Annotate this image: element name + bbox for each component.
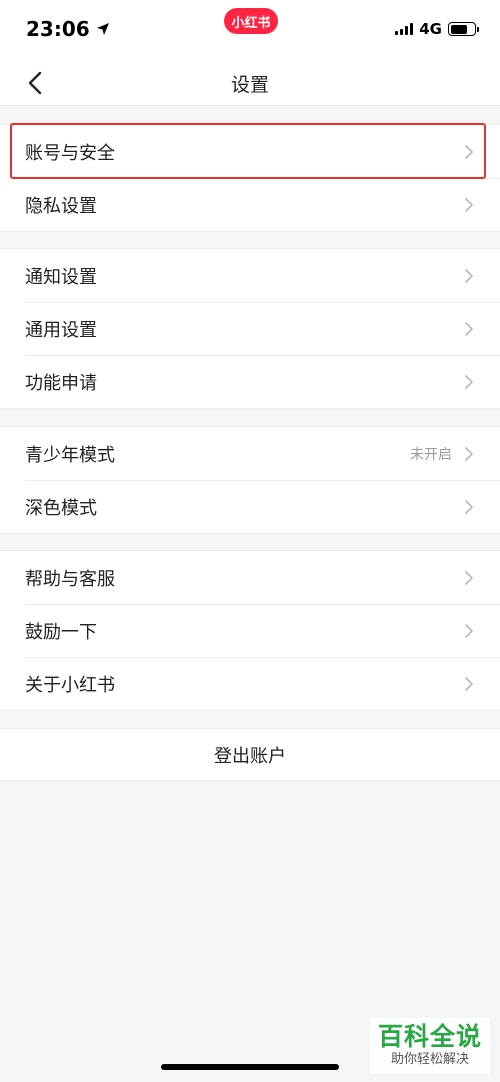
watermark: 百科全说 助你轻松解决 — [370, 1018, 490, 1074]
settings-item-about[interactable]: 关于小红书 — [0, 657, 500, 710]
chevron-right-icon — [465, 321, 473, 336]
settings-item-label: 帮助与客服 — [25, 568, 115, 590]
settings-item-notifications[interactable]: 通知设置 — [0, 249, 500, 302]
app-badge[interactable]: 小红书 — [224, 8, 278, 34]
status-time: 23:06 — [26, 17, 110, 41]
settings-item-label: 通用设置 — [25, 319, 97, 341]
network-label: 4G — [419, 20, 442, 38]
nav-bar: 设置 — [0, 60, 500, 106]
settings-item-dark-mode[interactable]: 深色模式 — [0, 480, 500, 533]
settings-item-feature-request[interactable]: 功能申请 — [0, 355, 500, 408]
settings-item-label: 鼓励一下 — [25, 621, 97, 643]
logout-button[interactable]: 登出账户 — [0, 728, 500, 781]
watermark-subtitle: 助你轻松解决 — [390, 1052, 469, 1067]
settings-item-label: 通知设置 — [25, 266, 97, 288]
settings-item-teen-mode[interactable]: 青少年模式 未开启 — [0, 427, 500, 480]
settings-group-general: 通知设置 通用设置 功能申请 — [0, 248, 500, 409]
watermark-title: 百科全说 — [377, 1022, 482, 1051]
chevron-right-icon — [465, 144, 473, 159]
status-bar: 23:06 小红书 4G — [0, 0, 500, 60]
signal-icon — [395, 23, 414, 35]
chevron-right-icon — [465, 268, 473, 283]
settings-item-label: 隐私设置 — [25, 195, 97, 217]
battery-icon — [448, 22, 479, 36]
page-title: 设置 — [230, 74, 269, 96]
settings-item-encourage[interactable]: 鼓励一下 — [0, 604, 500, 657]
chevron-right-icon — [465, 499, 473, 514]
settings-item-account-security[interactable]: 账号与安全 — [0, 125, 500, 178]
chevron-right-icon — [465, 374, 473, 389]
settings-item-help[interactable]: 帮助与客服 — [0, 551, 500, 604]
settings-item-label: 深色模式 — [25, 497, 97, 519]
settings-item-privacy[interactable]: 隐私设置 — [0, 178, 500, 231]
status-indicators: 4G — [395, 20, 479, 38]
status-time-text: 23:06 — [26, 17, 90, 41]
settings-item-label: 功能申请 — [25, 372, 97, 394]
chevron-right-icon — [465, 570, 473, 585]
chevron-right-icon — [465, 623, 473, 638]
settings-item-general[interactable]: 通用设置 — [0, 302, 500, 355]
chevron-right-icon — [465, 197, 473, 212]
logout-label: 登出账户 — [214, 745, 286, 767]
home-indicator[interactable] — [161, 1064, 339, 1070]
settings-group-account: 账号与安全 隐私设置 — [0, 124, 500, 232]
teen-mode-status: 未开启 — [410, 446, 452, 463]
settings-item-label: 关于小红书 — [25, 674, 115, 696]
app-badge-label: 小红书 — [231, 15, 271, 31]
location-arrow-icon — [96, 23, 109, 35]
chevron-right-icon — [465, 446, 473, 461]
settings-group-about: 帮助与客服 鼓励一下 关于小红书 — [0, 550, 500, 711]
settings-group-modes: 青少年模式 未开启 深色模式 — [0, 426, 500, 534]
settings-item-label: 青少年模式 — [25, 444, 115, 466]
settings-item-label: 账号与安全 — [25, 142, 115, 164]
chevron-right-icon — [465, 676, 473, 691]
